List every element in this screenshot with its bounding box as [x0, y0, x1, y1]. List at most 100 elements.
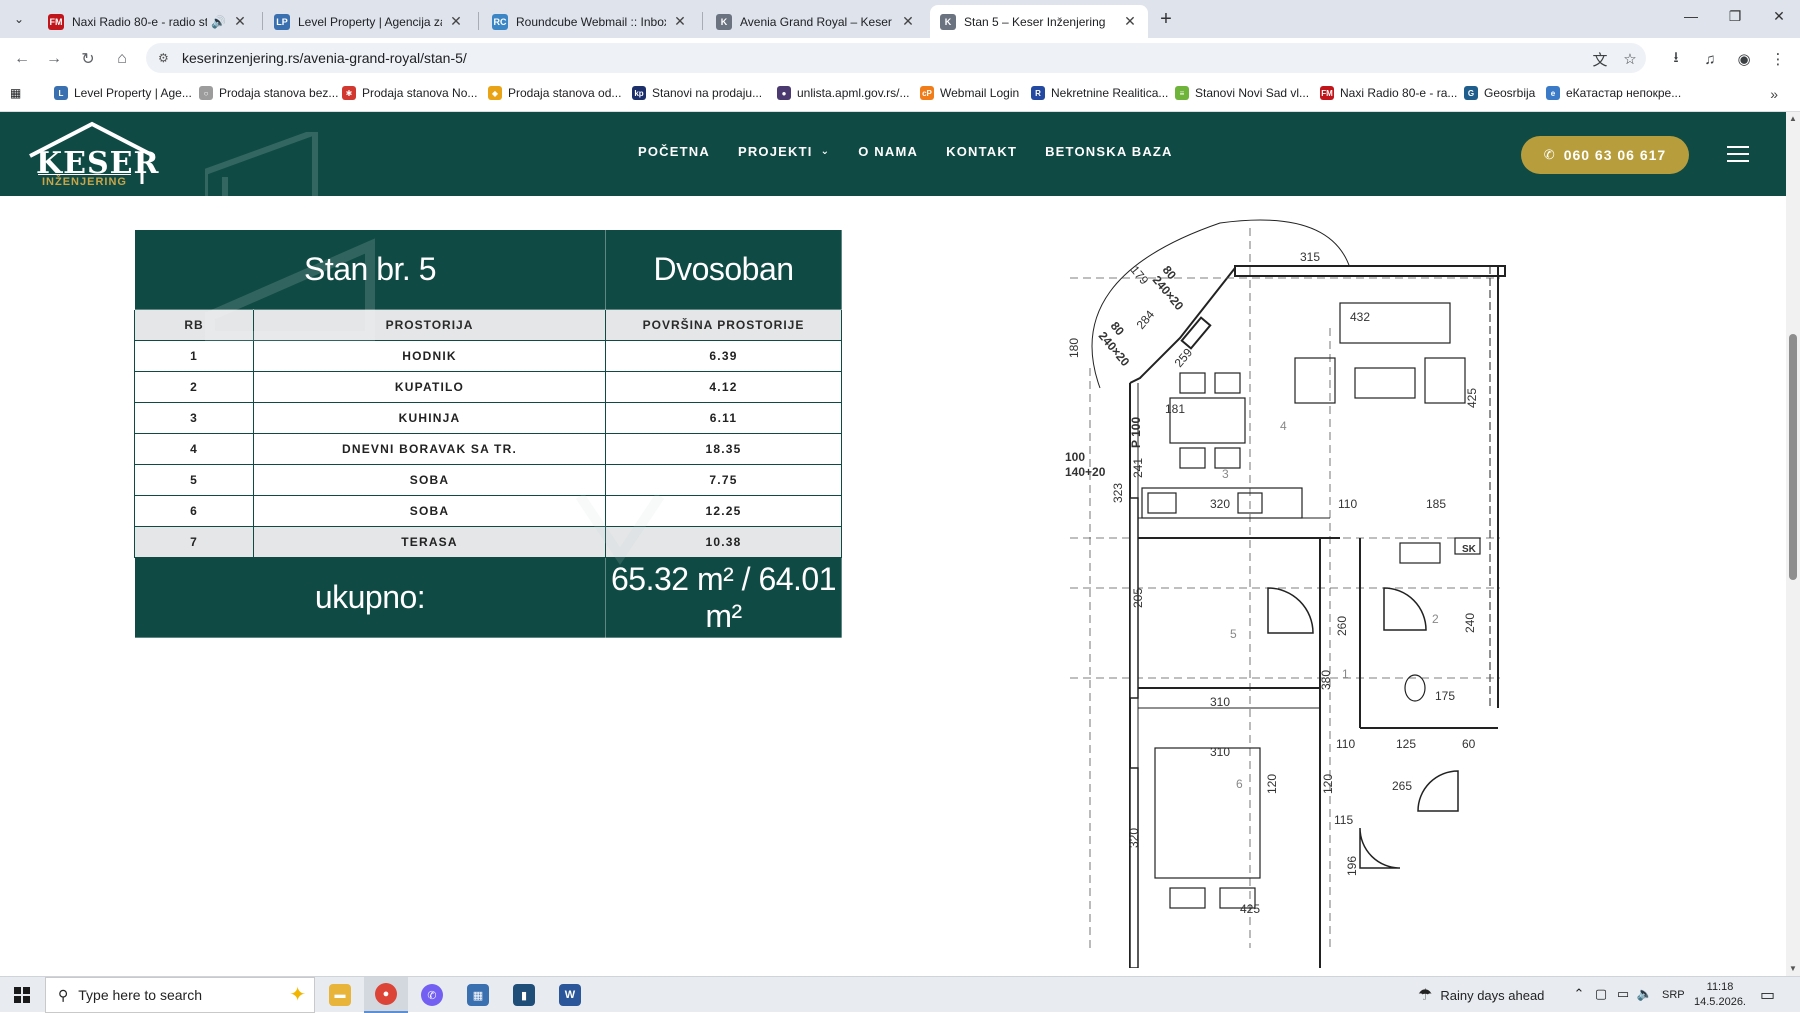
close-tab-icon[interactable]: ✕ — [1122, 13, 1138, 30]
floorplan-drawing: 315 179 284 80 240×20 80 240×20 259 180 … — [1065, 219, 1506, 968]
back-arrow-icon[interactable]: ← — [10, 47, 34, 71]
language-indicator[interactable]: SRP — [1662, 977, 1685, 1013]
dimension-label: 425 — [1465, 388, 1479, 408]
bookmark-realitica[interactable]: R Nekretnine Realitica... — [1031, 86, 1168, 100]
bookmark-unlista[interactable]: ● unlista.apml.gov.rs/... — [777, 86, 910, 100]
tab-search-chevron-icon[interactable]: ⌄ — [6, 6, 32, 32]
bookmark-prodaja-bez[interactable]: ○ Prodaja stanova bez... — [199, 86, 338, 100]
bookmark-stanovi-novi-sad[interactable]: ≡ Stanovi Novi Sad vl... — [1175, 86, 1309, 100]
clock[interactable]: 11:18 14.5.2026. — [1684, 980, 1756, 1010]
nav-kontakt[interactable]: KONTAKT — [946, 144, 1017, 159]
bookmark-label: еКатастар непокре... — [1566, 86, 1682, 100]
nav-betonska-baza[interactable]: BETONSKA BAZA — [1045, 144, 1173, 159]
home-icon[interactable]: ⌂ — [110, 47, 134, 71]
new-tab-plus-icon[interactable]: + — [1155, 8, 1177, 31]
folder-icon: ▬ — [329, 984, 351, 1006]
tab-roundcube[interactable]: RC Roundcube Webmail :: Inbox ✕ — [482, 5, 698, 38]
nav-o-nama[interactable]: O NAMA — [858, 144, 918, 159]
media-control-icon[interactable]: ♫ — [1698, 47, 1722, 71]
bookmark-favicon-icon: ◆ — [488, 86, 502, 100]
tab-title: Roundcube Webmail :: Inbox — [516, 14, 666, 29]
volume-icon[interactable]: 🔈 — [1636, 986, 1654, 1002]
dimension-label: 175 — [1435, 689, 1455, 703]
camera-icon[interactable]: ▢ — [1592, 986, 1610, 1002]
apps-grid-icon[interactable]: ▦ — [10, 86, 21, 100]
bookmark-naxi-radio[interactable]: FM Naxi Radio 80-e - ra... — [1320, 86, 1457, 100]
row-area: 10.38 — [605, 526, 842, 558]
nav-pocetna[interactable]: POČETNA — [638, 144, 710, 159]
phone-button[interactable]: ✆ 060 63 06 617 — [1521, 136, 1689, 174]
taskbar-file-explorer[interactable]: ▬ — [318, 977, 362, 1013]
forward-arrow-icon[interactable]: → — [42, 47, 66, 71]
table-row: 3 KUHINJA 6.11 — [134, 402, 842, 434]
close-tab-icon[interactable]: ✕ — [232, 13, 248, 30]
level-property-favicon-icon: L — [54, 86, 68, 100]
menu-dots-icon[interactable]: ⋮ — [1766, 47, 1790, 71]
bookmark-kupujem-prodajem[interactable]: kp Stanovi na prodaju... — [632, 86, 762, 100]
speaker-icon[interactable]: 🔊 — [211, 15, 226, 29]
scroll-down-icon[interactable]: ▼ — [1786, 962, 1800, 976]
room-number: 6 — [1236, 777, 1243, 791]
weather-widget[interactable]: ☂ Rainy days ahead — [1418, 977, 1544, 1013]
translate-icon[interactable]: 文 — [1588, 47, 1612, 71]
bookmark-level-property[interactable]: L Level Property | Age... — [54, 86, 192, 100]
dimension-label: 320 — [1210, 497, 1230, 511]
keser-logo[interactable]: KESER INŽENJERING — [26, 120, 158, 190]
close-tab-icon[interactable]: ✕ — [672, 13, 688, 30]
tab-level-property[interactable]: LP Level Property | Agencija za nekretni… — [264, 5, 474, 38]
chart-bars-icon: ▮ — [513, 984, 535, 1006]
tab-naxi-radio[interactable]: FM Naxi Radio 80-e - radio stanica 🔊 ✕ — [38, 5, 258, 38]
close-tab-icon[interactable]: ✕ — [448, 13, 464, 30]
bookmark-prodaja-no[interactable]: ✱ Prodaja stanova No... — [342, 86, 477, 100]
scroll-thumb[interactable] — [1789, 334, 1797, 580]
url-input[interactable]: ⚙ keserinzenjering.rs/avenia-grand-royal… — [146, 43, 1646, 73]
hamburger-menu-icon[interactable] — [1727, 146, 1749, 162]
table-row: 7 TERASA 10.38 — [134, 526, 842, 558]
taskbar-viber[interactable]: ✆ — [410, 977, 454, 1013]
scroll-up-icon[interactable]: ▲ — [1786, 112, 1800, 126]
close-window-icon[interactable]: ✕ — [1764, 8, 1794, 25]
bookmark-favicon-icon: cP — [920, 86, 934, 100]
taskbar-search-input[interactable]: ⚲ Type here to search ✦ — [45, 977, 315, 1013]
profile-icon[interactable]: ◉ — [1732, 47, 1756, 71]
tray-chevron-up-icon[interactable]: ⌃ — [1570, 986, 1588, 1002]
minimize-icon[interactable]: — — [1676, 8, 1706, 24]
taskbar-calculator[interactable]: ▦ — [456, 977, 500, 1013]
dimension-label: 100 — [1065, 450, 1085, 464]
tab-avenia-grand-royal[interactable]: K Avenia Grand Royal – Keser Inženjering… — [706, 5, 926, 38]
more-bookmarks-icon[interactable]: » — [1770, 86, 1778, 102]
roundcube-favicon-icon: RC — [492, 13, 508, 30]
network-icon[interactable]: ▭ — [1614, 986, 1632, 1002]
notification-icon[interactable]: ▭ — [1760, 985, 1775, 1005]
dimension-label: 310 — [1210, 745, 1230, 759]
bookmark-star-icon[interactable]: ☆ — [1618, 47, 1642, 71]
room-number: 5 — [1230, 627, 1237, 641]
restore-icon[interactable]: ❐ — [1720, 8, 1750, 25]
bookmark-favicon-icon: ✱ — [342, 86, 356, 100]
site-info-icon[interactable]: ⚙ — [158, 51, 169, 65]
bookmark-label: Nekretnine Realitica... — [1051, 86, 1169, 100]
dimension-label: 240 — [1463, 613, 1477, 633]
taskbar-word[interactable]: W — [548, 977, 592, 1013]
page-scrollbar[interactable]: ▲ ▼ — [1786, 112, 1800, 976]
taskbar-chrome[interactable]: ● — [364, 977, 408, 1013]
bookmark-label: unlista.apml.gov.rs/... — [797, 86, 910, 100]
reload-icon[interactable]: ↻ — [76, 47, 100, 71]
bookmark-webmail[interactable]: cP Webmail Login — [920, 86, 1019, 100]
nav-projekti-label: PROJEKTI — [737, 144, 813, 159]
nav-projekti[interactable]: PROJEKTI ⌄ — [738, 144, 830, 159]
row-area: 18.35 — [605, 433, 842, 465]
bookmark-ekatastar[interactable]: e еКатастар непокре... — [1546, 86, 1681, 100]
row-rb: 2 — [134, 371, 254, 403]
bookmark-geosrbija[interactable]: G Geosrbija — [1464, 86, 1535, 100]
dimension-label: 125 — [1396, 737, 1416, 751]
address-toolbar: ← → ↻ ⌂ ⚙ keserinzenjering.rs/avenia-gra… — [0, 38, 1800, 78]
bookmark-prodaja-od[interactable]: ◆ Prodaja stanova od... — [488, 86, 621, 100]
bookmark-label: Geosrbija — [1484, 86, 1536, 100]
dimension-label: 315 — [1300, 250, 1320, 264]
taskbar-task-manager[interactable]: ▮ — [502, 977, 546, 1013]
start-button[interactable] — [0, 977, 44, 1013]
tab-stan-5[interactable]: K Stan 5 – Keser Inženjering ✕ — [930, 5, 1148, 38]
close-tab-icon[interactable]: ✕ — [900, 13, 916, 30]
download-icon[interactable]: ⭳ — [1664, 47, 1688, 71]
